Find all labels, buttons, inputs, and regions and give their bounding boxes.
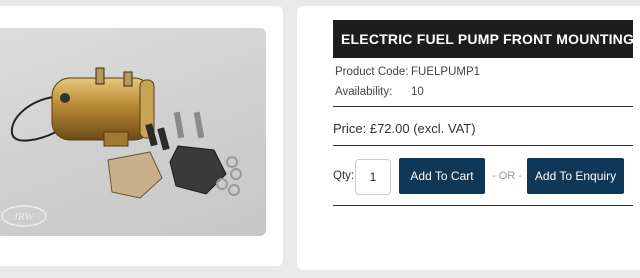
fuel-pump-illustration: JRW	[1, 67, 242, 227]
add-to-enquiry-button[interactable]: Add To Enquiry	[527, 158, 624, 194]
qty-label: Qty:	[333, 170, 355, 182]
spec-label: Product Code:	[335, 66, 409, 78]
or-separator: - OR -	[492, 170, 522, 182]
product-image-card: JRW	[0, 6, 283, 266]
add-to-cart-button[interactable]: Add To Cart	[399, 158, 485, 194]
divider	[333, 145, 633, 146]
spec-label: Availability:	[335, 86, 393, 98]
product-photo[interactable]: JRW	[0, 28, 266, 236]
spec-value: 10	[411, 86, 424, 98]
divider	[333, 205, 633, 206]
spec-row-availability: Availability: 10	[335, 86, 424, 98]
divider	[333, 106, 633, 107]
watermark-logo: JRW	[13, 211, 34, 223]
spec-row-product-code: Product Code: FUELPUMP1	[335, 66, 480, 78]
product-details-card: ELECTRIC FUEL PUMP FRONT MOUNTING: V8 Pr…	[297, 6, 640, 270]
product-price: Price: £72.00 (excl. VAT)	[333, 121, 476, 136]
product-title: ELECTRIC FUEL PUMP FRONT MOUNTING: V8	[333, 20, 640, 58]
spec-value: FUELPUMP1	[411, 66, 481, 78]
qty-input[interactable]	[355, 159, 391, 195]
